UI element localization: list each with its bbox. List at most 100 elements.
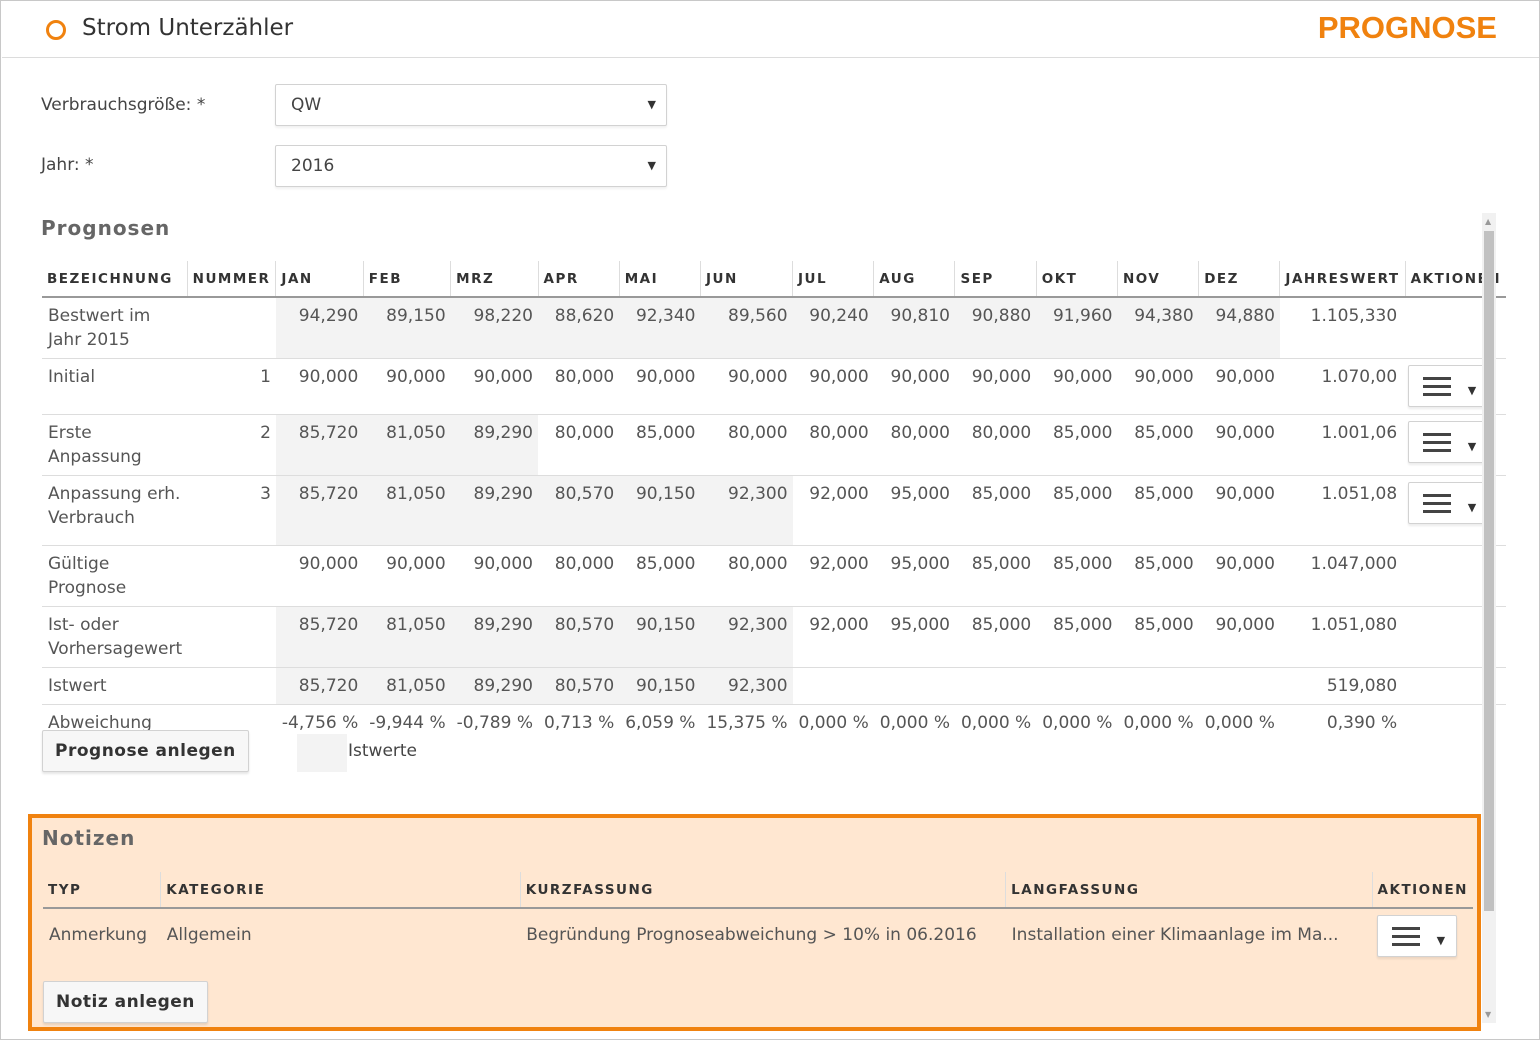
year-select-value: 2016 xyxy=(291,156,335,176)
consumption-select[interactable]: QW ▼ xyxy=(275,84,667,126)
month-value: 0,000 % xyxy=(1123,713,1194,733)
year-label: Jahr: * xyxy=(41,155,94,175)
month-value: 90,000 xyxy=(619,358,701,415)
menu-icon xyxy=(1423,433,1452,453)
create-note-button[interactable]: Notiz anlegen xyxy=(43,981,208,1023)
month-value: 89,560 xyxy=(700,297,793,359)
row-actions-button[interactable]: ▼ xyxy=(1377,915,1458,957)
row-number: 1 xyxy=(187,358,276,415)
column-header: KATEGORIE xyxy=(160,872,521,909)
month-value: 90,150 xyxy=(619,667,701,705)
month-value: 90,000 xyxy=(450,545,538,607)
create-forecast-button[interactable]: Prognose anlegen xyxy=(42,730,249,772)
month-value: 85,000 xyxy=(1036,545,1118,607)
scrollbar[interactable]: ▲ ▼ xyxy=(1482,213,1496,1023)
row-actions-button[interactable]: ▼ xyxy=(1408,365,1489,407)
month-value: 92,000 xyxy=(792,475,874,546)
month-value: 85,000 xyxy=(1036,475,1118,546)
note-row: Anmerkung Allgemein Begründung Prognoseabw… xyxy=(43,908,1473,957)
menu-icon xyxy=(1423,494,1452,514)
forecast-header-row: BEZEICHNUNG NUMMER JAN FEB MRZ APR MAI JUN JUL AU… xyxy=(42,261,1507,298)
month-value: 15,375 % xyxy=(706,713,788,733)
column-header: MRZ xyxy=(450,261,539,298)
circle-icon xyxy=(46,20,66,40)
column-header: NOV xyxy=(1117,261,1200,298)
column-header: JUL xyxy=(792,261,875,298)
menu-icon xyxy=(1423,377,1452,397)
chevron-down-icon: ▼ xyxy=(647,98,656,111)
forecast-row: Erste Anpassung 2 85,720 81,050 89,290 80,000… xyxy=(42,414,1507,476)
row-number: 2 xyxy=(187,414,276,476)
consumption-label: Verbrauchsgröße: * xyxy=(41,95,206,115)
month-value: 90,000 xyxy=(363,358,451,415)
annual-value: 0,390 % xyxy=(1326,713,1398,733)
row-number: 3 xyxy=(187,475,276,546)
month-value: 85,000 xyxy=(1117,545,1199,607)
month-value: 0,000 % xyxy=(960,713,1032,733)
month-value: 94,380 xyxy=(1117,297,1199,359)
month-value: 90,000 xyxy=(700,358,793,415)
month-value: 94,880 xyxy=(1198,297,1280,359)
month-value: 95,000 xyxy=(873,606,955,668)
month-value: 95,000 xyxy=(873,475,955,546)
month-value: 90,000 xyxy=(954,358,1037,415)
column-header: JAN xyxy=(275,261,364,298)
scroll-up-icon[interactable]: ▲ xyxy=(1485,217,1491,226)
month-value: 92,300 xyxy=(700,606,793,668)
month-value: 80,000 xyxy=(954,414,1037,476)
annual-value: 1.051,08 xyxy=(1279,475,1406,546)
row-actions-button[interactable]: ▼ xyxy=(1408,482,1489,524)
scroll-thumb[interactable] xyxy=(1484,231,1494,911)
annual-value: 519,080 xyxy=(1279,667,1406,705)
month-value: 85,000 xyxy=(954,606,1037,668)
month-value: 92,000 xyxy=(792,606,874,668)
month-value: 92,340 xyxy=(619,297,701,359)
notes-table: TYP KATEGORIE KURZFASSUNG LANGFASSUNG AKTION… xyxy=(43,872,1473,957)
month-value: 90,000 xyxy=(450,358,538,415)
page-title: Strom Unterzähler xyxy=(82,15,294,41)
row-number xyxy=(187,297,276,359)
month-value: 92,300 xyxy=(700,667,793,705)
month-value: 81,050 xyxy=(363,475,451,546)
month-value: 85,720 xyxy=(275,475,364,546)
month-value: 89,150 xyxy=(363,297,451,359)
forecast-row: Anpassung erh. Verbrauch 3 85,720 81,050 89,… xyxy=(42,475,1507,546)
month-value: 98,220 xyxy=(450,297,538,359)
row-label: Istwert xyxy=(42,667,188,705)
month-value: 91,960 xyxy=(1036,297,1118,359)
scroll-down-icon[interactable]: ▼ xyxy=(1485,1010,1491,1019)
month-value: 0,000 % xyxy=(1204,713,1275,733)
year-select[interactable]: 2016 ▼ xyxy=(275,145,667,187)
month-value: 80,000 xyxy=(538,545,620,607)
month-value: 90,000 xyxy=(363,545,451,607)
forecast-row: Initial 1 90,000 90,000 90,000 80,000 90,000 90… xyxy=(42,358,1507,415)
note-short: Begründung Prognoseabweichung > 10% in 0… xyxy=(526,925,977,945)
note-category: Allgemein xyxy=(166,925,252,945)
month-value: 85,000 xyxy=(1117,414,1199,476)
month-value: 89,290 xyxy=(450,475,538,546)
month-value: 85,720 xyxy=(275,667,364,705)
chevron-down-icon: ▼ xyxy=(647,159,656,172)
header: Strom Unterzähler PROGNOSE xyxy=(2,2,1539,58)
month-value: 85,000 xyxy=(619,545,701,607)
month-value: 85,000 xyxy=(619,414,701,476)
month-value: -0,789 % xyxy=(456,713,533,733)
month-value: 89,290 xyxy=(450,414,538,476)
chevron-down-icon: ▼ xyxy=(1467,501,1477,514)
month-value: 90,880 xyxy=(954,297,1037,359)
month-value xyxy=(873,667,955,705)
row-actions-button[interactable]: ▼ xyxy=(1408,421,1489,463)
month-value: 80,000 xyxy=(700,414,793,476)
column-header: JUN xyxy=(700,261,794,298)
month-value: 92,000 xyxy=(792,545,874,607)
month-value xyxy=(792,667,874,705)
column-header: AKTIONEN xyxy=(1372,872,1473,909)
month-value: 90,000 xyxy=(792,358,874,415)
month-value: 89,290 xyxy=(450,667,538,705)
annual-value: 1.105,330 xyxy=(1279,297,1406,359)
month-value: 85,000 xyxy=(1036,606,1118,668)
month-value: 81,050 xyxy=(363,667,451,705)
month-value: 81,050 xyxy=(363,606,451,668)
month-value: 80,000 xyxy=(700,545,793,607)
month-value: 85,000 xyxy=(954,545,1037,607)
